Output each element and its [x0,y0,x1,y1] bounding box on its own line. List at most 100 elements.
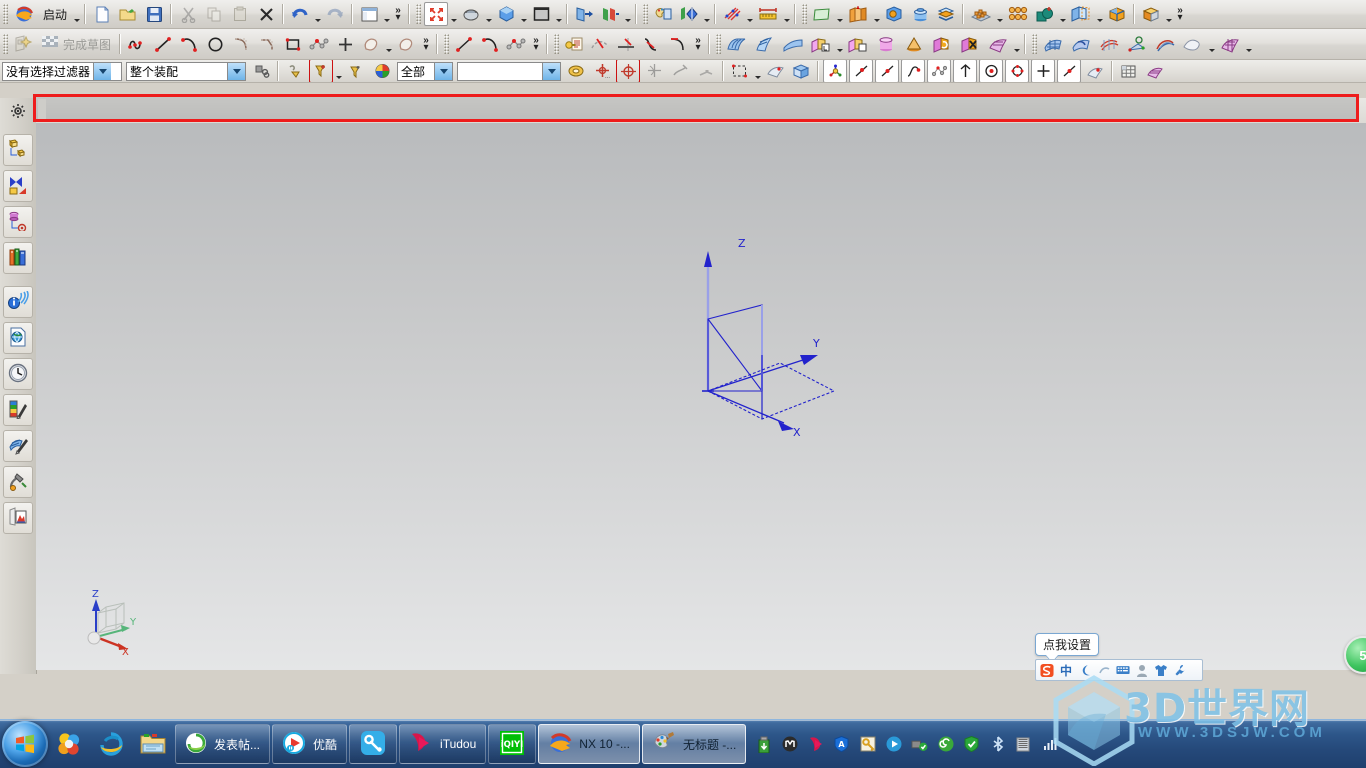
tray-player-icon[interactable] [885,736,902,753]
taskbar-window-youku[interactable]: 优酷 [272,724,348,764]
new-file-button[interactable] [90,2,114,26]
toolbar-grip[interactable] [643,4,649,24]
cut-button[interactable] [176,2,200,26]
view-section-button[interactable] [677,2,701,26]
offset-curve-caret-icon[interactable] [384,32,393,57]
save-button[interactable] [142,2,166,26]
toolbar-grip[interactable] [1032,34,1038,54]
layer-filter-chevron-down-icon[interactable] [542,62,560,80]
toolbar-grip[interactable] [802,4,808,24]
delete-face-button[interactable] [957,31,983,57]
sidebar-item-system-visual-effects[interactable] [3,466,33,498]
pattern-geometry-button[interactable] [1005,1,1031,27]
user-icon[interactable] [1135,662,1149,678]
toolbar-grip[interactable] [3,34,8,54]
taskbar-window-paint[interactable]: 无标题 -... [641,724,747,764]
finish-sketch-button[interactable]: 完成草图 [36,33,116,55]
paste-button[interactable] [228,2,252,26]
taskbar-window-baofeng[interactable] [349,724,398,764]
shading-style-button[interactable] [529,2,553,26]
pattern-feature-caret-icon[interactable] [995,2,1004,27]
arc-button[interactable] [177,32,201,56]
chamfer-cube-caret-icon[interactable] [1164,2,1173,27]
window-layout-button[interactable] [357,2,381,26]
sidebar-item-roles[interactable] [3,502,33,534]
point-constructor-button[interactable] [849,60,873,82]
delete-button[interactable] [254,2,278,26]
snap-point-settings-button[interactable] [564,60,588,82]
quick-extend-button[interactable] [614,32,638,56]
tray-volume-icon[interactable] [1041,736,1058,753]
datum-plane-button[interactable] [810,2,834,26]
quicklaunch-file-explorer[interactable] [132,723,174,765]
open-file-button[interactable] [116,2,140,26]
undo-button[interactable] [288,2,312,26]
sogou-logo-icon[interactable] [1040,662,1054,678]
tray-360-guard-icon[interactable] [963,736,980,753]
studio-spline-button[interactable] [307,32,331,56]
snap-arc-center-button[interactable] [616,60,640,82]
trim-body-button[interactable] [1068,1,1094,27]
edit-object-display-button[interactable] [651,2,675,26]
sidebar-item-hd3d-tools[interactable] [3,286,33,318]
cone-button[interactable] [901,31,927,57]
toolbar-grip[interactable] [444,34,450,54]
shading-style-caret-icon[interactable] [554,2,563,27]
spline-snap-button[interactable] [927,60,951,82]
selection-filter-combo[interactable]: 没有选择过滤器 [2,61,122,81]
hide-caret-icon[interactable] [623,2,632,27]
extrude-sheet-button[interactable] [808,31,834,57]
chamfer-cube-button[interactable] [1139,2,1163,26]
extrude-caret-icon[interactable] [872,2,881,27]
toolbar-grip[interactable] [3,4,8,24]
circle-button[interactable] [203,32,227,56]
chamfer-sketch-button[interactable] [255,32,279,56]
sidebar-item-constraint-navigator[interactable] [3,170,33,202]
tray-itudou-icon[interactable] [807,736,824,753]
sketch-overflow-chevron-icon[interactable]: » ▾ [419,32,433,56]
hole-button[interactable] [882,2,906,26]
taskbar-window-nx[interactable]: NX 10 -... [538,724,640,764]
sidebar-item-settings[interactable] [4,102,32,122]
tube-button[interactable] [873,31,899,57]
keep-selected-button[interactable] [249,60,273,82]
sidebar-item-reuse-library[interactable] [3,242,33,274]
pattern-feature-button[interactable] [968,1,994,27]
snap-none-button[interactable] [283,60,307,82]
through-curve-mesh-button[interactable] [724,31,750,57]
chinese-mode-icon[interactable]: 中 [1059,662,1073,678]
edge-blend-button[interactable] [1105,2,1129,26]
tray-network-icon[interactable] [1015,736,1032,753]
sidebar-item-web-browser[interactable] [3,322,33,354]
trim-body-caret-icon[interactable] [1095,2,1104,27]
hide-button[interactable] [598,2,622,26]
start-menu-button[interactable]: 启动 [38,3,72,25]
type-filter-combo[interactable]: 全部 [397,61,453,81]
extrude-sheet-caret-icon[interactable] [835,32,844,57]
make-corner-button[interactable] [640,32,664,56]
fit-view-button[interactable] [424,2,449,26]
taskbar-window-post[interactable]: 发表帖... [175,724,271,764]
pattern-curve-button[interactable] [394,32,418,56]
untrim-caret-icon[interactable] [1207,32,1216,57]
tray-usb-icon[interactable] [755,736,772,753]
n-sided-surface-button[interactable] [1096,31,1122,57]
extrude-button[interactable] [845,1,871,27]
unite-button[interactable] [1033,2,1057,26]
toolbar-grip[interactable] [716,34,722,54]
sidebar-item-history[interactable] [3,358,33,390]
replace-face-button[interactable] [929,31,955,57]
type-filter-chevron-down-icon[interactable] [434,62,452,80]
curve-overflow-chevron-icon[interactable]: » ▾ [529,32,543,56]
sidebar-item-system-materials[interactable] [3,394,33,426]
start-menu-caret-icon[interactable] [72,2,81,27]
show-hide-button[interactable] [572,2,596,26]
zoom-button[interactable] [459,2,483,26]
unite-caret-icon[interactable] [1058,2,1067,27]
untrim-button[interactable] [1180,31,1206,57]
sketch-constraints-button[interactable] [562,32,586,56]
moon-icon[interactable] [1078,662,1092,678]
circle-center-snap-button[interactable] [979,60,1003,82]
sidebar-item-system-scenes[interactable] [3,430,33,462]
datum-plane-caret-icon[interactable] [835,2,844,27]
